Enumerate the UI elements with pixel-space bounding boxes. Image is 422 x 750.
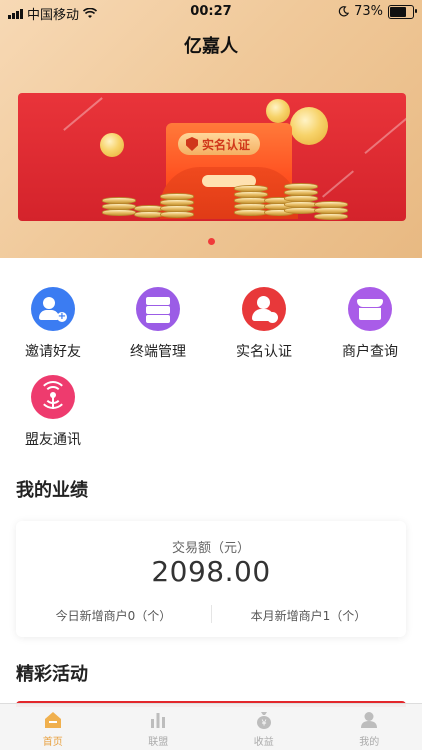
tab-label: 首页 xyxy=(42,737,63,748)
coin-stack xyxy=(284,183,318,214)
battery-percent: 73% xyxy=(354,4,383,19)
bottom-tab-bar: 首页 联盟 ¥ 收益 我的 xyxy=(0,703,422,750)
pagination-dot-active[interactable] xyxy=(207,238,215,245)
status-right: 73% xyxy=(338,4,417,19)
menu-item-merchant-query[interactable]: 商户查询 xyxy=(325,287,415,361)
menu-label: 盟友通讯 xyxy=(25,432,81,448)
battery-fill xyxy=(390,6,407,17)
tab-alliance[interactable]: 联盟 xyxy=(106,704,212,750)
menu-item-real-name-auth[interactable]: 实名认证 xyxy=(219,287,309,361)
banner-streak xyxy=(322,170,354,198)
menu-label: 终端管理 xyxy=(130,344,186,360)
banner-badge: 实名认证 xyxy=(178,133,261,155)
tab-home[interactable]: 首页 xyxy=(0,704,106,750)
app-title: 亿嘉人 xyxy=(184,36,238,57)
money-bag-icon: ¥ xyxy=(254,710,274,730)
menu-item-ally-communication[interactable]: 盟友通讯 xyxy=(8,375,98,449)
coin-stack xyxy=(314,201,348,220)
battery-icon xyxy=(388,4,417,19)
coin-stack xyxy=(102,197,136,216)
banner-streak xyxy=(63,97,103,131)
menu-label: 实名认证 xyxy=(236,344,292,360)
coin-icon xyxy=(266,99,290,123)
coin-icon xyxy=(290,107,328,145)
today-new-merchants: 今日新增商户0（个） xyxy=(55,609,172,623)
tab-earnings[interactable]: ¥ 收益 xyxy=(211,704,317,750)
tab-label: 收益 xyxy=(253,737,274,748)
tab-label: 我的 xyxy=(359,737,380,748)
user-icon xyxy=(359,710,379,730)
ally-comm-icon xyxy=(31,375,75,419)
bar-chart-icon xyxy=(148,710,168,730)
status-bar: 中国移动 00:27 73% xyxy=(0,0,422,24)
amount-value: 2098.00 xyxy=(151,555,271,588)
activities-section-title: 精彩活动 xyxy=(16,664,88,685)
coin-stack xyxy=(234,185,268,216)
banner-streak xyxy=(364,113,406,155)
menu-item-invite-friends[interactable]: + 邀请好友 xyxy=(8,287,98,361)
merchant-query-icon xyxy=(348,287,392,331)
banner-pagination xyxy=(0,238,422,245)
amount-label: 交易额（元） xyxy=(171,541,250,556)
coin-stack xyxy=(160,193,194,218)
terminal-manage-icon xyxy=(136,287,180,331)
banner-badge-label: 实名认证 xyxy=(202,137,251,152)
tab-label: 联盟 xyxy=(148,737,169,748)
performance-card: 交易额（元） 2098.00 今日新增商户0（个） 本月新增商户1（个） xyxy=(16,521,406,637)
svg-text:¥: ¥ xyxy=(261,719,266,728)
banner-carousel[interactable]: 实名认证 xyxy=(18,93,406,221)
performance-section-title: 我的业绩 xyxy=(16,480,88,501)
real-name-auth-icon xyxy=(242,287,286,331)
coin-icon xyxy=(100,133,124,157)
home-icon xyxy=(43,710,63,730)
tab-mine[interactable]: 我的 xyxy=(317,704,422,750)
menu-label: 商户查询 xyxy=(342,344,398,360)
menu-item-terminal-management[interactable]: 终端管理 xyxy=(113,287,203,361)
shield-icon xyxy=(186,137,198,151)
month-new-merchants: 本月新增商户1（个） xyxy=(250,609,367,623)
invite-friend-icon: + xyxy=(31,287,75,331)
menu-label: 邀请好友 xyxy=(25,344,81,360)
moon-icon xyxy=(338,6,350,17)
